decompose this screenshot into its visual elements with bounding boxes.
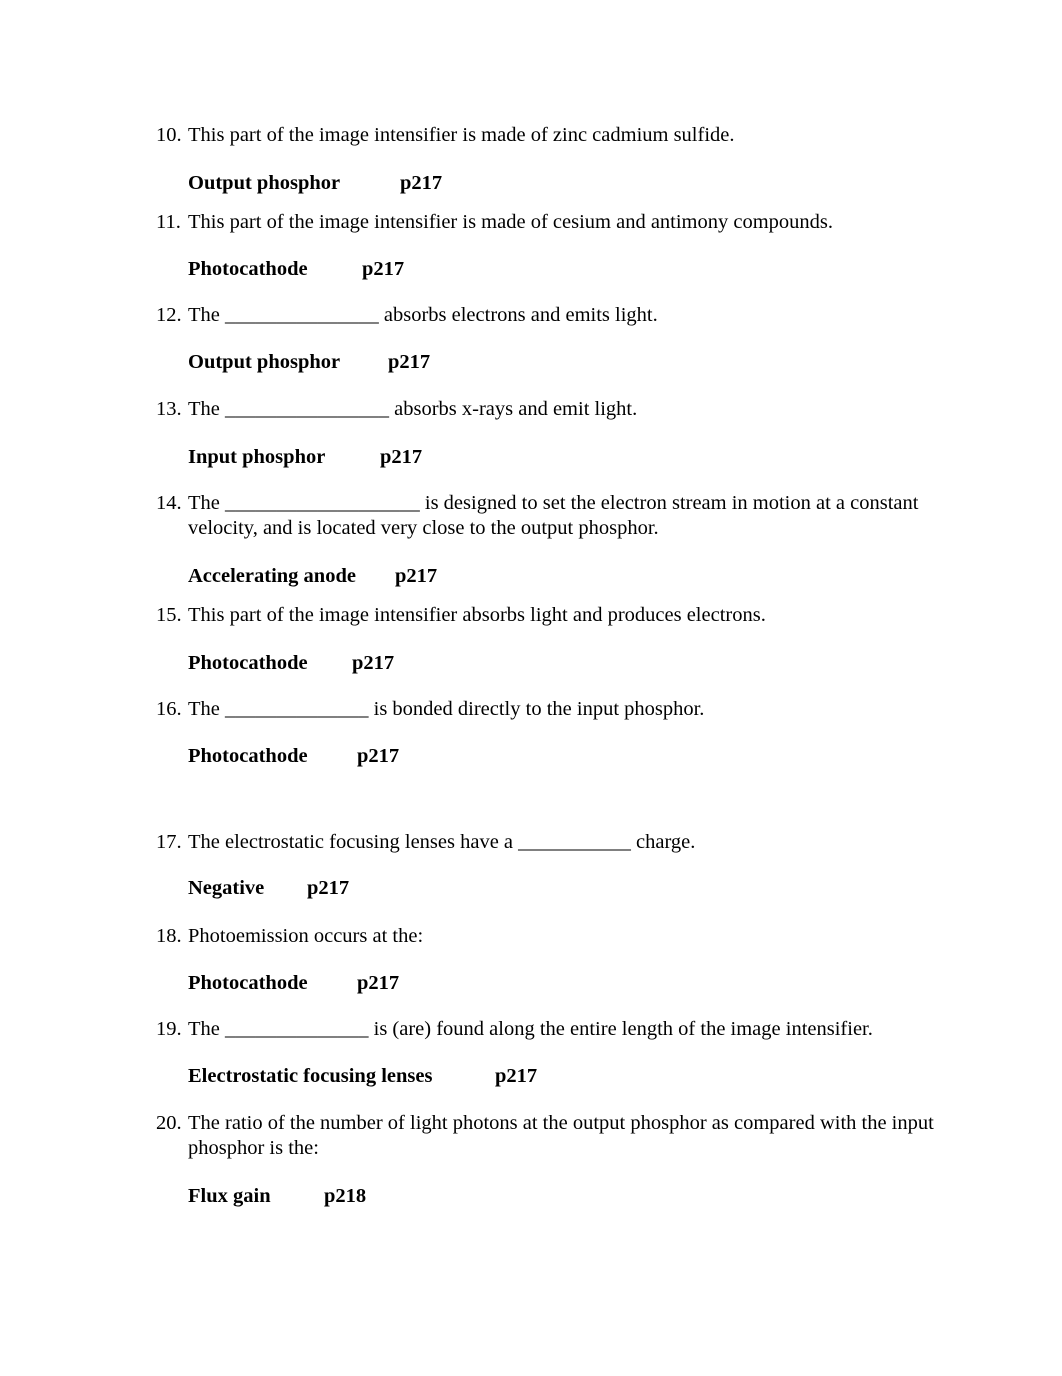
answer-text: Photocathode <box>188 745 308 767</box>
page-reference: p217 <box>395 565 438 587</box>
question-number: 13. <box>156 398 182 420</box>
answer-13: Input phosphor p217 <box>188 445 422 470</box>
question-number: 19. <box>156 1018 182 1040</box>
page-reference: p218 <box>324 1185 367 1207</box>
question-12: 12. The _______________ absorbs electron… <box>156 303 946 328</box>
answer-18: Photocathode p217 <box>188 971 399 996</box>
question-13: 13. The ________________ absorbs x-rays … <box>156 397 946 422</box>
question-number: 15. <box>156 604 182 626</box>
answer-text: Negative <box>188 877 265 899</box>
answer-16: Photocathode p217 <box>188 744 399 769</box>
question-text: The ratio of the number of light photons… <box>188 1112 934 1159</box>
question-20: 20. The ratio of the number of light pho… <box>156 1111 946 1161</box>
answer-text: Output phosphor <box>188 351 341 373</box>
question-text: Photoemission occurs at the: <box>188 925 424 947</box>
question-number: 10. <box>156 124 182 146</box>
question-14: 14. The ___________________ is designed … <box>156 491 946 541</box>
question-text: The ______________ is (are) found along … <box>188 1018 873 1040</box>
answer-text: Flux gain <box>188 1185 271 1207</box>
question-text: The _______________ absorbs electrons an… <box>188 304 658 326</box>
answer-15: Photocathode p217 <box>188 651 394 676</box>
question-19: 19. The ______________ is (are) found al… <box>156 1017 946 1042</box>
answer-19: Electrostatic focusing lenses p217 <box>188 1064 537 1089</box>
question-text: This part of the image intensifier absor… <box>188 604 766 626</box>
page-reference: p217 <box>388 351 431 373</box>
question-17: 17. The electrostatic focusing lenses ha… <box>156 830 946 855</box>
answer-17: Negative p217 <box>188 876 349 901</box>
answer-14: Accelerating anode p217 <box>188 564 437 589</box>
question-10: 10. This part of the image intensifier i… <box>156 123 946 148</box>
answer-text: Photocathode <box>188 258 308 280</box>
page-reference: p217 <box>357 972 400 994</box>
question-number: 20. <box>156 1112 182 1134</box>
answer-text: Accelerating anode <box>188 565 356 587</box>
question-text: This part of the image intensifier is ma… <box>188 124 735 146</box>
question-number: 16. <box>156 698 182 720</box>
answer-text: Electrostatic focusing lenses <box>188 1065 433 1087</box>
answer-10: Output phosphor p217 <box>188 171 442 196</box>
question-number: 18. <box>156 925 182 947</box>
page-reference: p217 <box>380 446 423 468</box>
answer-text: Input phosphor <box>188 446 326 468</box>
question-text: The electrostatic focusing lenses have a… <box>188 831 696 853</box>
question-15: 15. This part of the image intensifier a… <box>156 603 946 628</box>
page-reference: p217 <box>495 1065 538 1087</box>
question-number: 14. <box>156 492 182 514</box>
page-reference: p217 <box>362 258 405 280</box>
question-11: 11. This part of the image intensifier i… <box>156 210 946 235</box>
question-text: The ________________ absorbs x-rays and … <box>188 398 638 420</box>
question-18: 18. Photoemission occurs at the: <box>156 924 946 949</box>
answer-text: Photocathode <box>188 972 308 994</box>
question-16: 16. The ______________ is bonded directl… <box>156 697 946 722</box>
answer-11: Photocathode p217 <box>188 257 404 282</box>
question-number: 12. <box>156 304 182 326</box>
question-text: The ______________ is bonded directly to… <box>188 698 705 720</box>
question-number: 17. <box>156 831 182 853</box>
answer-12: Output phosphor p217 <box>188 350 430 375</box>
page-reference: p217 <box>352 652 395 674</box>
question-text: The ___________________ is designed to s… <box>188 492 919 539</box>
answer-20: Flux gain p218 <box>188 1184 366 1209</box>
question-number: 11. <box>156 211 181 233</box>
question-text: This part of the image intensifier is ma… <box>188 211 834 233</box>
document-page: 10. This part of the image intensifier i… <box>0 0 1062 1376</box>
answer-text: Photocathode <box>188 652 308 674</box>
page-reference: p217 <box>357 745 400 767</box>
page-reference: p217 <box>307 877 350 899</box>
answer-text: Output phosphor <box>188 172 341 194</box>
page-reference: p217 <box>400 172 443 194</box>
